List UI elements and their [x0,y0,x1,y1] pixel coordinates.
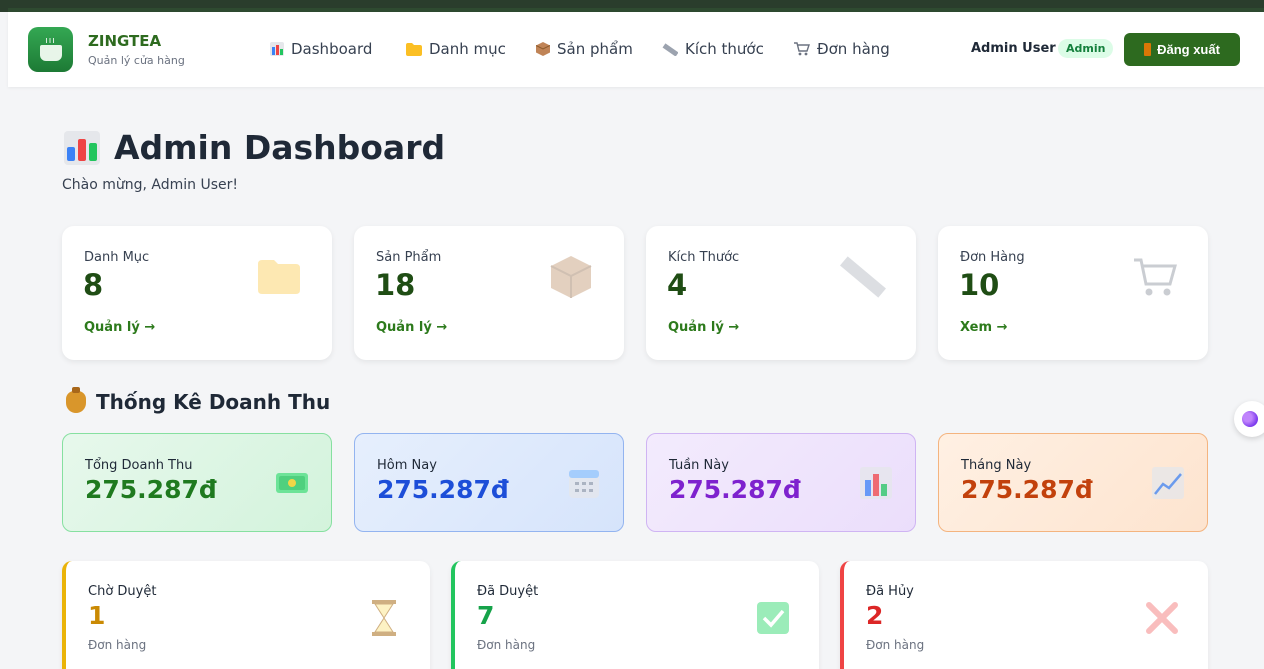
manage-categories-link[interactable]: Quản lý → [84,320,155,335]
page-header: Admin Dashboard [64,128,445,167]
folder-icon [258,260,300,294]
bar-chart-icon [270,42,284,56]
stat-card-categories: Danh Mục 8 Quản lý → [62,226,332,360]
stat-label: Danh Mục [84,250,150,265]
check-icon [757,602,789,634]
cart-icon [794,42,810,56]
stat-label: Kích Thước [668,250,740,265]
page-title: Admin Dashboard [114,128,446,167]
manage-sizes-link[interactable]: Quản lý → [668,320,739,335]
ruler-icon [662,43,678,56]
package-icon [550,256,592,298]
order-unit: Đơn hàng [477,638,536,652]
user-name: Admin User [971,41,1056,56]
stat-value: 8 [83,268,104,302]
order-unit: Đơn hàng [88,638,147,652]
tea-cup-icon[interactable]: ııı [28,27,73,72]
role-badge: Admin [1058,39,1114,58]
welcome-text: Chào mừng, Admin User! [62,177,239,193]
folder-icon [406,42,422,56]
nav-products-label: Sản phẩm [557,40,633,58]
revenue-value: 275.287đ [377,475,509,504]
manage-products-link[interactable]: Quản lý → [376,320,447,335]
navbar: ııı ZINGTEA Quản lý cửa hàng Dashboard D… [8,12,1264,87]
revenue-label: Tổng Doanh Thu [85,458,193,473]
top-strip [0,0,1264,12]
order-value: 7 [477,601,495,630]
logout-label: Đăng xuất [1157,42,1220,57]
hourglass-icon [372,600,396,636]
revenue-card-today: Hôm Nay 275.287đ [354,433,624,532]
money-bag-icon [66,387,86,413]
stat-card-sizes: Kích Thước 4 Quản lý → [646,226,916,360]
revenue-card-total: Tổng Doanh Thu 275.287đ [62,433,332,532]
stat-card-products: Sản Phẩm 18 Quản lý → [354,226,624,360]
order-label: Đã Duyệt [477,584,539,599]
nav-products[interactable]: Sản phẩm [536,40,633,58]
revenue-card-week: Tuần Này 275.287đ [646,433,916,532]
stat-value: 18 [375,268,416,302]
calendar-icon [569,470,599,498]
order-label: Đã Hủy [866,584,914,599]
trend-up-icon [1152,467,1184,499]
nav-categories-label: Danh mục [429,40,506,58]
nav-sizes[interactable]: Kích thước [662,40,764,58]
revenue-label: Tháng Này [961,458,1032,473]
revenue-value: 275.287đ [85,475,217,504]
nav-orders[interactable]: Đơn hàng [794,40,890,58]
order-value: 2 [866,601,884,630]
stat-label: Đơn Hàng [960,250,1025,265]
stat-value: 4 [667,268,688,302]
package-icon [536,42,550,56]
stat-label: Sản Phẩm [376,250,442,265]
door-icon [1144,43,1152,56]
order-card-approved: Đã Duyệt 7 Đơn hàng [451,561,819,669]
nav-dashboard[interactable]: Dashboard [270,40,372,58]
cart-icon [1134,258,1177,296]
order-value: 1 [88,601,106,630]
brand-name[interactable]: ZINGTEA [88,32,161,50]
cross-icon [1146,602,1178,634]
brand-subtitle: Quản lý cửa hàng [88,54,185,67]
ai-assistant-button[interactable] [1234,401,1264,437]
logout-button[interactable]: Đăng xuất [1124,33,1240,66]
nav-categories[interactable]: Danh mục [406,40,506,58]
revenue-label: Tuần Này [669,458,729,473]
order-card-cancelled: Đã Hủy 2 Đơn hàng [840,561,1208,669]
stat-value: 10 [959,268,1000,302]
bar-chart-icon [860,467,892,499]
order-card-pending: Chờ Duyệt 1 Đơn hàng [62,561,430,669]
stat-card-orders: Đơn Hàng 10 Xem → [938,226,1208,360]
brain-icon [1242,411,1258,427]
section-title: Thống Kê Doanh Thu [96,390,331,414]
view-orders-link[interactable]: Xem → [960,320,1007,335]
revenue-value: 275.287đ [961,475,1093,504]
revenue-card-month: Tháng Này 275.287đ [938,433,1208,532]
bar-chart-icon [64,130,100,165]
nav-orders-label: Đơn hàng [817,40,890,58]
nav-dashboard-label: Dashboard [291,40,373,58]
order-label: Chờ Duyệt [88,584,157,599]
order-unit: Đơn hàng [866,638,925,652]
money-icon [276,473,308,493]
ruler-icon [840,256,886,298]
revenue-value: 275.287đ [669,475,801,504]
nav-sizes-label: Kích thước [685,40,764,58]
revenue-section-header: Thống Kê Doanh Thu [66,387,331,414]
revenue-label: Hôm Nay [377,458,437,473]
